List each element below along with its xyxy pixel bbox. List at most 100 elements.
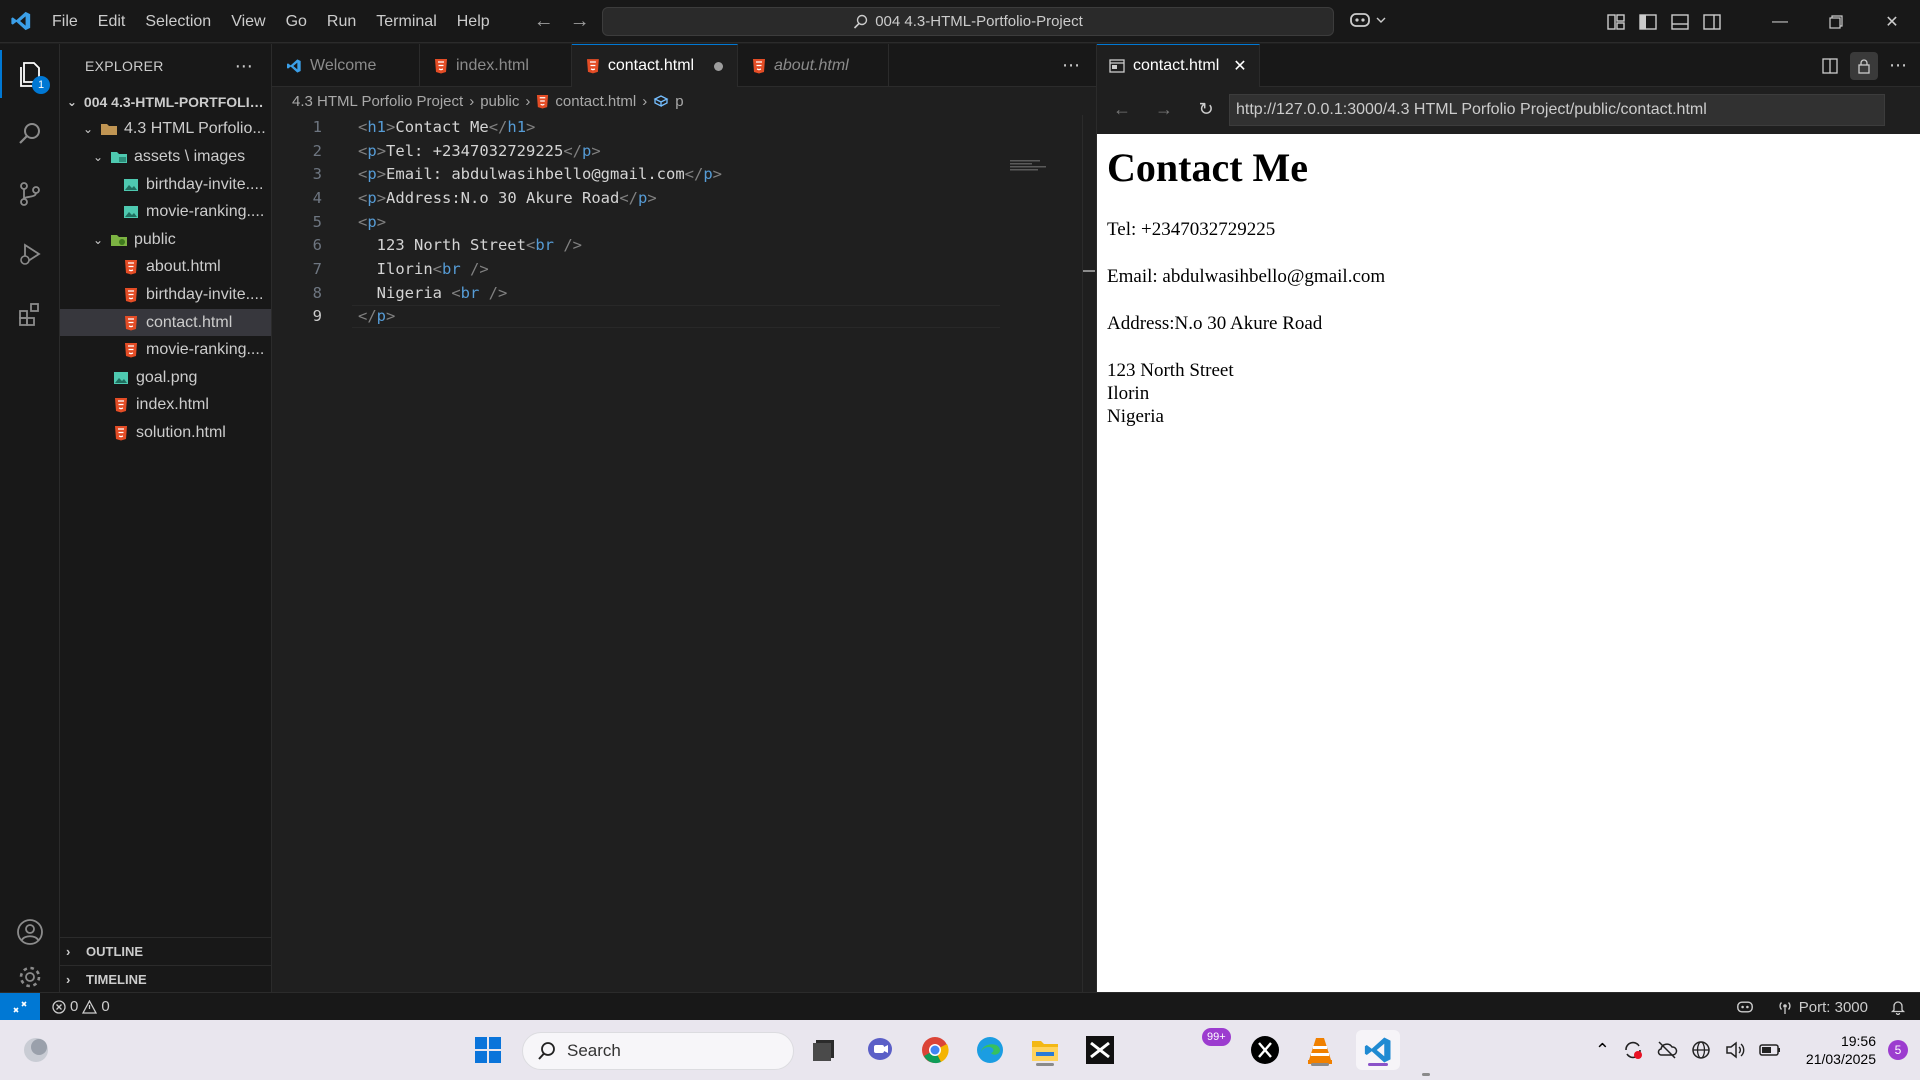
speaker-icon[interactable]: [1724, 1039, 1746, 1061]
tree-file-assets-birthday[interactable]: birthday-invite....: [60, 171, 271, 199]
editor-scrollbar[interactable]: [1082, 115, 1096, 992]
extensions-activity[interactable]: [0, 284, 60, 344]
explorer-activity[interactable]: 1: [0, 44, 60, 104]
menu-terminal[interactable]: Terminal: [366, 0, 446, 43]
breadcrumb-public[interactable]: public: [480, 93, 519, 110]
minimap[interactable]: [1010, 159, 1050, 173]
chevron-right-icon: ›: [469, 92, 475, 110]
copilot-button[interactable]: [1348, 10, 1386, 30]
breadcrumb-symbol[interactable]: p: [675, 93, 683, 110]
minimize-icon[interactable]: —: [1752, 0, 1808, 43]
live-server-port[interactable]: Port: 3000: [1777, 999, 1868, 1016]
copilot-status-icon[interactable]: [1735, 999, 1755, 1015]
menu-help[interactable]: Help: [447, 0, 500, 43]
taskbar-search[interactable]: Search: [522, 1032, 794, 1070]
more-actions-icon[interactable]: ⋯: [235, 56, 253, 77]
code-line-current: 9 </p>: [272, 304, 1096, 329]
vlc-icon[interactable]: [1300, 1030, 1340, 1070]
forward-arrow-icon[interactable]: →: [1145, 94, 1183, 126]
toggle-panel-icon[interactable]: [1664, 0, 1696, 43]
cloud-off-icon[interactable]: [1656, 1039, 1678, 1061]
menu-file[interactable]: File: [42, 0, 88, 43]
url-bar[interactable]: http://127.0.0.1:3000/4.3 HTML Porfolio …: [1229, 93, 1885, 126]
search-activity[interactable]: [0, 104, 60, 164]
battery-icon[interactable]: [1758, 1039, 1782, 1061]
split-editor-icon[interactable]: [1816, 52, 1844, 80]
weather-widget-icon[interactable]: [16, 1030, 56, 1070]
breadcrumb-file[interactable]: contact.html: [555, 93, 636, 110]
back-arrow-icon[interactable]: ←: [534, 10, 554, 33]
tree-file-index[interactable]: index.html: [60, 392, 271, 420]
tree-file-public-birthday[interactable]: birthday-invite....: [60, 281, 271, 309]
more-actions-icon[interactable]: ⋯: [1884, 52, 1912, 80]
tree-root-folder[interactable]: ⌄ 004 4.3-HTML-PORTFOLIO...: [60, 88, 271, 116]
manage-activity[interactable]: [0, 962, 60, 992]
command-center[interactable]: 004 4.3-HTML-Portfolio-Project: [602, 7, 1334, 36]
tab-preview-contact[interactable]: contact.html ✕: [1097, 43, 1260, 87]
code-line: 4 <p>Address:N.o 30 Akure Road</p>: [312, 188, 657, 207]
reload-icon[interactable]: ↻: [1187, 94, 1225, 126]
title-bar: File Edit Selection View Go Run Terminal…: [0, 0, 1920, 43]
tree-folder-assets[interactable]: ⌄ assets \ images: [60, 143, 271, 171]
tree-folder-public[interactable]: ⌄ public: [60, 226, 271, 254]
close-window-icon[interactable]: ✕: [1864, 0, 1920, 43]
x-app-icon[interactable]: [1245, 1030, 1285, 1070]
menu-view[interactable]: View: [221, 0, 275, 43]
tab-welcome[interactable]: Welcome: [272, 44, 420, 87]
source-control-icon: [20, 182, 40, 206]
toggle-secondary-sidebar-icon[interactable]: [1696, 0, 1728, 43]
restore-icon[interactable]: [1808, 0, 1864, 43]
remote-indicator[interactable]: [0, 992, 40, 1021]
menu-bar: File Edit Selection View Go Run Terminal…: [42, 0, 500, 43]
tree-file-contact[interactable]: contact.html: [60, 308, 271, 337]
chrome-icon[interactable]: [915, 1030, 955, 1070]
vscode-taskbar-icon[interactable]: [1356, 1030, 1400, 1070]
start-windows-icon[interactable]: [468, 1030, 508, 1070]
menu-go[interactable]: Go: [276, 0, 317, 43]
menu-selection[interactable]: Selection: [135, 0, 221, 43]
tree-folder-project[interactable]: ⌄ 4.3 HTML Porfolio...: [60, 116, 271, 144]
source-control-activity[interactable]: [0, 164, 60, 224]
customize-layout-icon[interactable]: [1600, 0, 1632, 43]
tree-file-solution[interactable]: solution.html: [60, 419, 271, 447]
accounts-activity[interactable]: [0, 902, 60, 962]
unsaved-dot-icon[interactable]: [714, 61, 723, 71]
forward-arrow-icon[interactable]: →: [570, 10, 590, 33]
close-icon[interactable]: ✕: [1233, 56, 1246, 76]
tab-about[interactable]: about.html: [738, 44, 889, 87]
task-view-icon[interactable]: [804, 1030, 844, 1070]
more-actions-icon[interactable]: ⋯: [1062, 44, 1080, 87]
tree-file-goal[interactable]: goal.png: [60, 364, 271, 392]
globe-icon[interactable]: [1690, 1039, 1712, 1061]
outline-section[interactable]: › OUTLINE: [60, 937, 272, 965]
breadcrumb-folder[interactable]: 4.3 HTML Porfolio Project: [292, 93, 463, 110]
run-debug-activity[interactable]: [0, 224, 60, 284]
menu-run[interactable]: Run: [317, 0, 366, 43]
menu-edit[interactable]: Edit: [88, 0, 136, 43]
run-debug-icon: [20, 243, 41, 265]
notification-count-badge[interactable]: 5: [1888, 1040, 1908, 1060]
tree-file-assets-movie[interactable]: movie-ranking....: [60, 198, 271, 226]
sync-icon[interactable]: [1622, 1039, 1644, 1061]
image-file-icon: [122, 176, 140, 194]
code-line: 3 <p>Email: abdulwasihbello@gmail.com</p…: [312, 165, 723, 184]
tree-file-about[interactable]: about.html: [60, 254, 271, 282]
teams-chat-icon[interactable]: [860, 1030, 900, 1070]
edge-icon[interactable]: [970, 1030, 1010, 1070]
capcut-icon[interactable]: [1080, 1030, 1120, 1070]
tab-contact[interactable]: contact.html: [572, 44, 738, 87]
toggle-sidebar-icon[interactable]: [1632, 0, 1664, 43]
timeline-section[interactable]: › TIMELINE: [60, 965, 272, 993]
notification-badge: 99+: [1202, 1028, 1231, 1046]
bell-icon[interactable]: [1890, 999, 1906, 1015]
explorer-badge: 1: [32, 76, 50, 94]
code-editor[interactable]: 1 <h1>Contact Me</h1> 2 <p>Tel: +2347032…: [272, 115, 1096, 329]
lock-icon[interactable]: [1850, 51, 1878, 80]
back-arrow-icon[interactable]: ←: [1103, 94, 1141, 126]
clock[interactable]: 19:56 21/03/2025: [1806, 1032, 1876, 1068]
tab-index[interactable]: index.html: [420, 44, 572, 87]
tree-file-public-movie[interactable]: movie-ranking....: [60, 336, 271, 364]
chevron-up-icon[interactable]: ⌃: [1595, 1040, 1610, 1061]
file-explorer-icon[interactable]: [1025, 1030, 1065, 1070]
problems-indicator[interactable]: 0 0: [52, 998, 110, 1015]
